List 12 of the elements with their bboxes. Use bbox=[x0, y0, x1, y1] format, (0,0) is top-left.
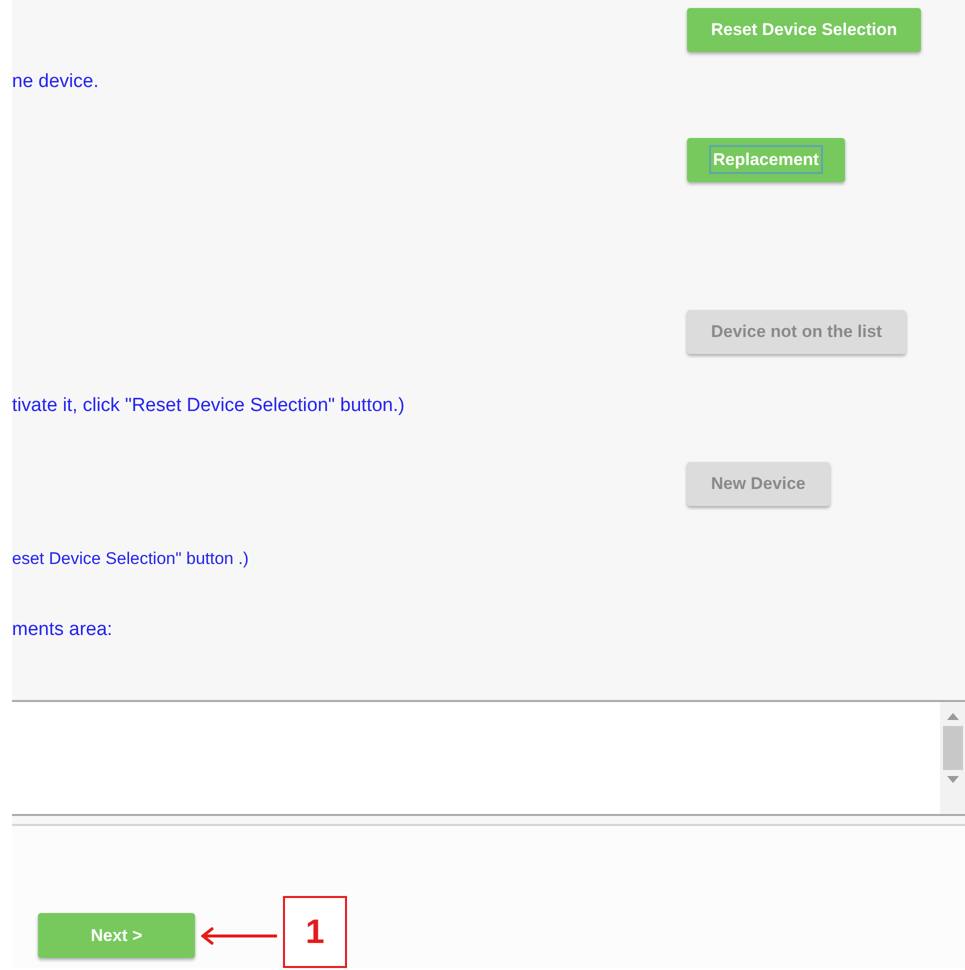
instruction-text: tivate it, click "Reset Device Selection" button.) bbox=[12, 394, 405, 418]
scroll-up-icon[interactable] bbox=[946, 712, 958, 720]
scroll-down-icon[interactable] bbox=[946, 776, 958, 784]
scrollbar[interactable] bbox=[940, 702, 965, 814]
scroll-thumb[interactable] bbox=[942, 726, 962, 770]
instruction-text: ments area: bbox=[12, 618, 112, 642]
instruction-text: ne device. bbox=[12, 70, 99, 94]
device-button[interactable]: Reset Device Selection bbox=[687, 8, 922, 52]
callout-label: 1 bbox=[283, 896, 347, 968]
next-button[interactable]: Next > bbox=[38, 913, 195, 958]
device-button[interactable]: Replacement bbox=[687, 138, 845, 182]
instruction-text: eset Device Selection" button .) bbox=[12, 548, 249, 570]
